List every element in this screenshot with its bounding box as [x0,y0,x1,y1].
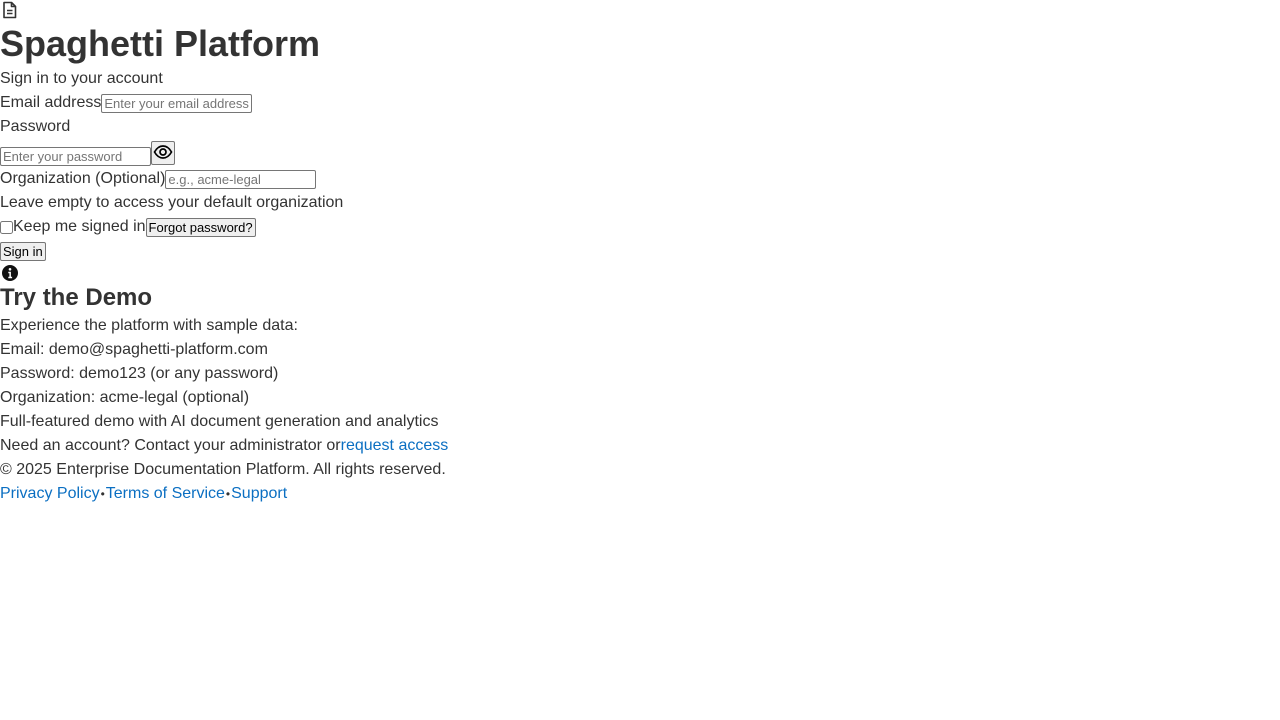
demo-organization: Organization: acme-legal (optional) [0,389,250,406]
eye-icon [153,144,173,162]
email-row: Email address [0,91,1280,115]
demo-email: Email: demo@spaghetti-platform.com [0,341,268,358]
demo-intro: Experience the platform with sample data… [0,317,298,334]
demo-features: Full-featured demo with AI document gene… [0,413,439,430]
password-field[interactable] [0,147,151,166]
page-title: Spaghetti Platform [0,23,321,64]
organization-help: Leave empty to access your default organ… [0,194,344,211]
request-access-link[interactable]: request access [341,434,449,458]
organization-row: Organization (Optional) [0,167,1280,191]
organization-label: Organization (Optional) [0,170,166,187]
submit-row: Sign in [0,239,1280,263]
signup-text: Need an account? Contact your administra… [0,437,341,454]
demo-icon-row [0,263,1280,283]
demo-password: Password: demo123 (or any password) [0,365,279,382]
login-page: Spaghetti Platform Sign in to your accou… [0,0,1280,506]
password-row [0,139,1280,167]
demo-title: Try the Demo [0,284,153,311]
sign-in-button[interactable]: Sign in [0,241,46,261]
logo [0,0,1280,20]
remember-row: Keep me signed in Forgot password? [0,215,1280,239]
page-subtitle: Sign in to your account [0,70,163,87]
document-icon [0,0,20,20]
support-link[interactable]: Support [231,482,287,506]
organization-field[interactable] [165,169,317,189]
privacy-policy-link[interactable]: Privacy Policy [0,482,100,506]
email-field[interactable] [101,93,253,113]
password-label: Password [0,118,71,135]
email-label: Email address [0,94,102,111]
terms-of-service-link[interactable]: Terms of Service [106,482,225,506]
demo-panel: Try the Demo Experience the platform wit… [0,263,1280,434]
signup-row: Need an account? Contact your administra… [0,434,1280,458]
keep-signed-in-label[interactable]: Keep me signed in [13,215,146,239]
footer-links: Privacy Policy • Terms of Service • Support [0,482,1280,506]
sign-in-form: Email address Password Organization (Opt… [0,91,1280,263]
toggle-password-button[interactable] [151,141,175,165]
keep-signed-in-checkbox[interactable] [0,220,13,234]
copyright: © 2025 Enterprise Documentation Platform… [0,461,446,478]
forgot-password-button[interactable]: Forgot password? [145,217,256,237]
info-icon [0,263,20,283]
